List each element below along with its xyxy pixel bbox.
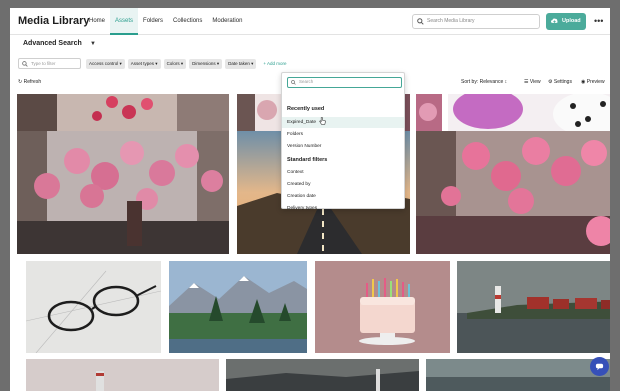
standard-filters-header: Standard filters (287, 157, 328, 163)
sort-dropdown[interactable]: Sort by: Relevance ↕ (461, 79, 507, 85)
chip-access-control[interactable]: Access control ▾ (86, 58, 125, 69)
chat-icon (595, 363, 604, 371)
header: Media Library Home Assets Folders Collec… (10, 8, 610, 35)
asset-thumbnail[interactable] (26, 261, 161, 353)
media-library-app: Media Library Home Assets Folders Collec… (10, 8, 610, 391)
more-menu-icon[interactable]: ••• (594, 16, 603, 26)
chip-asset-types[interactable]: Asset types ▾ (127, 58, 161, 69)
filter-input[interactable]: Type to filter (18, 58, 81, 69)
dropdown-search-placeholder: Search (299, 79, 314, 84)
upload-icon (551, 18, 558, 24)
asset-thumbnail[interactable] (448, 94, 610, 131)
main-nav: Home Assets Folders Collections Moderati… (84, 8, 247, 35)
asset-thumbnail[interactable] (17, 94, 229, 131)
upload-label: Upload (562, 18, 581, 24)
view-button[interactable]: ☰ View (524, 79, 541, 85)
chevron-down-icon[interactable]: ▼ (90, 41, 96, 47)
chip-colors[interactable]: Colors ▾ (163, 58, 187, 69)
nav-collections[interactable]: Collections (168, 8, 207, 35)
nav-assets[interactable]: Assets (110, 8, 139, 35)
app-title: Media Library (18, 15, 90, 27)
hand-cursor-icon (319, 117, 326, 125)
add-filter-dropdown: Search Recently used Expired_Date Folder… (281, 72, 405, 211)
asset-thumbnail[interactable] (169, 261, 307, 353)
filter-option-delivery-types[interactable]: Delivery types (282, 203, 404, 214)
dropdown-search-icon (291, 80, 296, 85)
dropdown-search-input[interactable]: Search (287, 77, 402, 88)
asset-thumbnail[interactable] (426, 359, 610, 391)
add-more-link[interactable]: + Add more (263, 59, 286, 69)
asset-thumbnail[interactable] (416, 94, 442, 131)
refresh-button[interactable]: ↻ Refresh (18, 79, 41, 85)
sort-label: Sort by: Relevance (461, 79, 504, 85)
filter-search-icon (22, 61, 28, 67)
filter-option-created-by[interactable]: Created by (282, 179, 404, 190)
asset-thumbnail[interactable] (17, 131, 229, 254)
asset-thumbnail[interactable] (457, 261, 610, 353)
filter-option-folders[interactable]: Folders (282, 129, 404, 140)
view-label: View (529, 79, 541, 85)
filter-option-creation-date[interactable]: Creation date (282, 191, 404, 202)
asset-thumbnail[interactable] (226, 359, 419, 391)
filter-placeholder: Type to filter (31, 61, 56, 66)
search-icon (417, 18, 424, 25)
help-chat-button[interactable] (590, 357, 609, 376)
nav-moderation[interactable]: Moderation (207, 8, 247, 35)
preview-label: Preview (586, 79, 605, 85)
filter-bar: Type to filter Access control ▾ Asset ty… (18, 58, 287, 69)
asset-thumbnail[interactable] (26, 359, 219, 391)
chip-date-taken[interactable]: Date taken ▾ (225, 58, 257, 69)
advanced-search-title: Advanced Search (23, 40, 82, 47)
filter-option-context[interactable]: Context (282, 167, 404, 178)
filter-option-expired-date[interactable]: Expired_Date (282, 117, 404, 128)
nav-home[interactable]: Home (84, 8, 110, 35)
refresh-label: Refresh (23, 79, 42, 85)
search-input[interactable]: Search Media Library (412, 14, 540, 29)
nav-folders[interactable]: Folders (138, 8, 168, 35)
sort-direction-icon: ↕ (503, 79, 508, 85)
filter-option-version-number[interactable]: Version Number (282, 141, 404, 152)
asset-thumbnail[interactable] (416, 131, 610, 254)
chip-dimensions[interactable]: Dimensions ▾ (189, 58, 223, 69)
search-placeholder: Search Media Library (427, 18, 475, 24)
settings-button[interactable]: ⚙ Settings (548, 79, 572, 85)
preview-button[interactable]: ◉ Preview (581, 79, 605, 85)
recently-used-header: Recently used (287, 106, 325, 112)
asset-thumbnail[interactable] (315, 261, 450, 353)
upload-button[interactable]: Upload (546, 13, 586, 30)
settings-label: Settings (553, 79, 572, 85)
